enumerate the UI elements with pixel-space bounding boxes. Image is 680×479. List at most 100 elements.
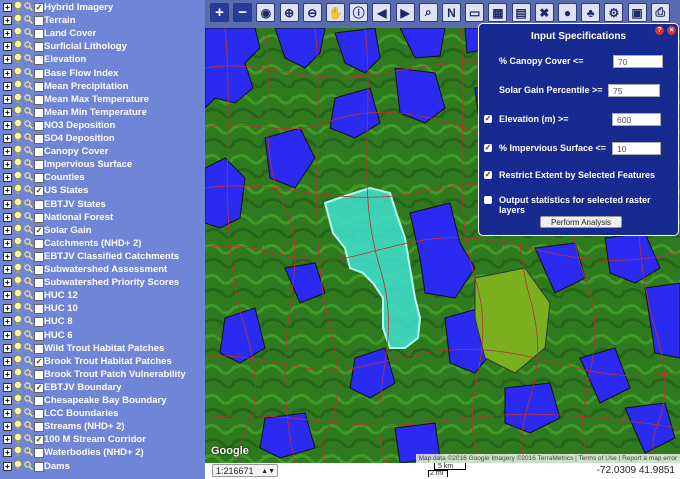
layer-checkbox[interactable] <box>34 55 44 66</box>
map-attribution[interactable]: Map data ©2016 Google Imagery ©2016 Terr… <box>415 454 680 463</box>
impervious-input[interactable]: 10 <box>612 142 661 155</box>
expand-icon[interactable]: + <box>3 120 12 130</box>
layer-checkbox[interactable] <box>34 120 44 131</box>
elevation-checkbox[interactable]: ✓ <box>484 115 492 123</box>
expand-icon[interactable]: + <box>3 225 12 235</box>
layer-checkbox[interactable] <box>34 343 44 354</box>
expand-icon[interactable]: + <box>3 42 12 52</box>
lightbulb-icon[interactable] <box>13 1 22 11</box>
lightbulb-icon[interactable] <box>13 53 22 64</box>
expand-icon[interactable]: + <box>3 147 12 157</box>
elevation-input[interactable]: 600 <box>612 113 661 126</box>
layer-row[interactable]: + EBTJV States <box>0 197 205 211</box>
lightbulb-icon[interactable] <box>13 105 22 116</box>
layer-row[interactable]: + Base Flow Index <box>0 66 205 80</box>
lightbulb-icon[interactable] <box>13 14 22 25</box>
layer-row[interactable]: + Terrain <box>0 14 205 27</box>
expand-icon[interactable]: + <box>3 369 12 379</box>
expand-icon[interactable]: + <box>3 448 12 458</box>
lightbulb-icon[interactable] <box>13 367 22 378</box>
expand-icon[interactable]: + <box>3 317 12 327</box>
lightbulb-icon[interactable] <box>13 341 22 352</box>
layer-row[interactable]: + Subwatershed Priority Scores <box>0 276 205 289</box>
tree-icon[interactable]: ♣ <box>581 3 601 22</box>
layer-checkbox[interactable]: ✓ <box>34 3 44 13</box>
lightbulb-icon[interactable] <box>13 407 22 418</box>
lightbulb-icon[interactable] <box>13 66 22 77</box>
expand-icon[interactable]: + <box>3 291 12 301</box>
previous-extent-icon[interactable]: ◀ <box>372 3 392 22</box>
lightbulb-icon[interactable] <box>13 302 22 313</box>
layer-checkbox[interactable] <box>34 29 44 40</box>
lightbulb-icon[interactable] <box>13 197 22 208</box>
expand-icon[interactable]: + <box>3 134 12 143</box>
analysis-icon[interactable]: ● <box>558 3 577 22</box>
legend-icon[interactable]: ▤ <box>511 3 531 22</box>
layer-row[interactable]: + HUC 6 <box>0 328 205 342</box>
expand-icon[interactable]: + <box>3 160 12 170</box>
layer-row[interactable]: + Dams <box>0 459 205 473</box>
layer-row[interactable]: + ✓ EBTJV Boundary <box>0 380 205 394</box>
expand-icon[interactable]: + <box>3 435 12 445</box>
layer-checkbox[interactable] <box>34 265 44 275</box>
magnifier-icon[interactable] <box>24 224 33 234</box>
magnifier-icon[interactable] <box>24 251 33 260</box>
magnifier-icon[interactable] <box>24 198 33 208</box>
expand-icon[interactable]: + <box>3 356 12 366</box>
find-icon[interactable]: ⌕ <box>418 3 438 22</box>
zoom-out-icon[interactable]: − <box>233 3 253 22</box>
layer-row[interactable]: + NO3 Deposition <box>0 118 205 132</box>
magnifier-icon[interactable] <box>24 238 33 247</box>
layer-row[interactable]: + Wild Trout Habitat Patches <box>0 341 205 355</box>
layer-row[interactable]: + Counties <box>0 171 205 184</box>
lightbulb-icon[interactable] <box>13 79 22 90</box>
expand-icon[interactable]: + <box>3 422 12 432</box>
lightbulb-icon[interactable] <box>13 328 22 339</box>
layer-checkbox[interactable] <box>34 160 44 171</box>
layer-row[interactable]: + Mean Min Temperature <box>0 105 205 119</box>
select-features-icon[interactable]: ▦ <box>488 3 508 22</box>
lightbulb-icon[interactable] <box>13 27 22 38</box>
layer-checkbox[interactable] <box>34 147 44 158</box>
lightbulb-icon[interactable] <box>13 184 22 195</box>
magnifier-icon[interactable] <box>24 421 33 431</box>
layer-row[interactable]: + HUC 8 <box>0 315 205 328</box>
magnifier-icon[interactable] <box>24 185 33 195</box>
lightbulb-icon[interactable] <box>13 459 22 470</box>
expand-icon[interactable]: + <box>3 173 12 183</box>
expand-icon[interactable]: + <box>3 199 12 209</box>
layer-row[interactable]: + Brook Trout Patch Vulnerability <box>0 367 205 381</box>
expand-icon[interactable]: + <box>3 107 12 117</box>
canopy-input[interactable]: 70 <box>613 55 663 68</box>
expand-icon[interactable]: + <box>3 186 12 196</box>
magnifier-icon[interactable] <box>24 395 33 404</box>
expand-icon[interactable]: + <box>3 343 12 353</box>
lightbulb-icon[interactable] <box>13 145 22 156</box>
clear-selection-icon[interactable]: ✖ <box>534 3 554 22</box>
zoom-box-in-icon[interactable]: ⊕ <box>279 3 299 22</box>
layer-row[interactable]: + Chesapeake Bay Boundary <box>0 394 205 407</box>
magnifier-icon[interactable] <box>24 93 33 103</box>
magnifier-icon[interactable] <box>24 2 33 11</box>
magnifier-icon[interactable] <box>24 342 33 352</box>
magnifier-icon[interactable] <box>24 264 33 273</box>
magnifier-icon[interactable] <box>24 382 33 391</box>
solar-input[interactable]: 75 <box>608 84 660 97</box>
layer-checkbox[interactable]: ✓ <box>34 356 44 367</box>
expand-icon[interactable]: + <box>3 330 12 340</box>
identify-icon[interactable]: ⓘ <box>349 3 369 22</box>
layer-checkbox[interactable] <box>34 42 44 53</box>
layer-checkbox[interactable] <box>34 81 44 92</box>
layer-row[interactable]: + Waterbodies (NHD+ 2) <box>0 446 205 459</box>
magnifier-icon[interactable] <box>24 133 33 142</box>
expand-icon[interactable]: + <box>3 16 12 26</box>
layer-checkbox[interactable] <box>34 16 44 27</box>
expand-icon[interactable]: + <box>3 55 12 65</box>
layer-checkbox[interactable]: ✓ <box>34 382 44 393</box>
lightbulb-icon[interactable] <box>13 223 22 234</box>
magnifier-icon[interactable] <box>24 460 33 470</box>
layer-checkbox[interactable] <box>34 396 44 406</box>
magnifier-icon[interactable] <box>24 41 33 51</box>
layer-checkbox[interactable] <box>34 278 44 289</box>
layer-checkbox[interactable]: ✓ <box>34 435 44 446</box>
